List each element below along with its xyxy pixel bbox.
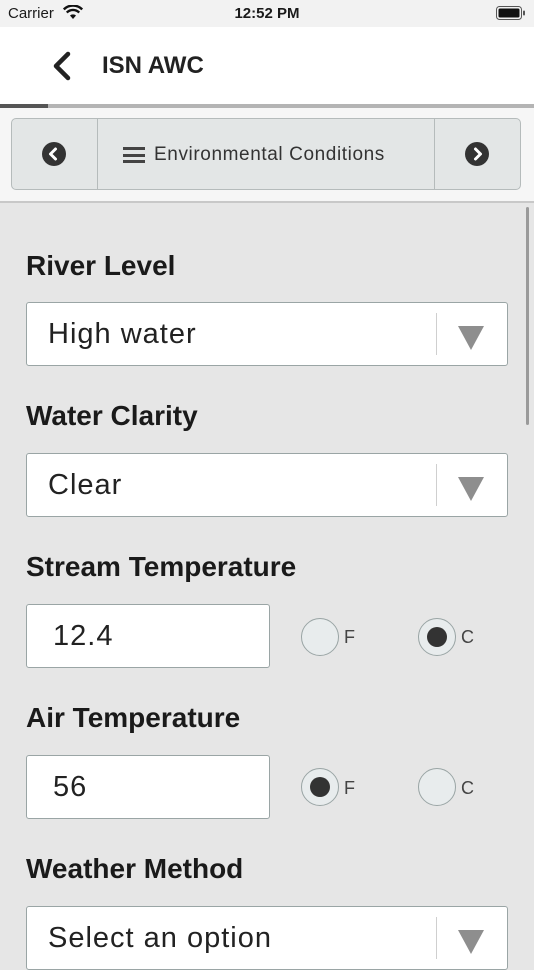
stream-temp-f-label: F (344, 627, 355, 647)
river-level-select[interactable]: High water (26, 302, 508, 366)
air-temp-f-label: F (344, 778, 355, 798)
stream-temperature-input[interactable]: 12.4 (26, 604, 270, 668)
stream-temp-f-radio[interactable] (301, 618, 339, 656)
back-chevron-icon[interactable] (50, 51, 74, 81)
section-title: Environmental Conditions (154, 144, 385, 165)
page-title: ISN AWC (102, 52, 204, 79)
scrollbar[interactable] (526, 207, 529, 425)
water-clarity-value: Clear (48, 469, 123, 501)
air-temp-f-radio[interactable] (301, 768, 339, 806)
section-navigator: Environmental Conditions (11, 118, 521, 190)
chevron-right-circle-icon (465, 142, 489, 166)
river-level-label: River Level (26, 250, 176, 281)
stream-temp-c-radio[interactable] (418, 618, 456, 656)
air-temp-c-radio[interactable] (418, 768, 456, 806)
river-level-value: High water (48, 318, 197, 350)
dropdown-arrow-icon (458, 477, 484, 501)
stream-temperature-label: Stream Temperature (26, 551, 297, 582)
status-bar: Carrier 12:52 PM (0, 0, 534, 27)
section-menu-button[interactable]: Environmental Conditions (97, 119, 435, 189)
water-clarity-label: Water Clarity (26, 400, 198, 431)
select-divider (436, 917, 437, 959)
air-temperature-value: 56 (53, 771, 88, 803)
select-divider (436, 464, 437, 506)
dropdown-arrow-icon (458, 326, 484, 350)
air-temperature-input[interactable]: 56 (26, 755, 270, 819)
water-clarity-select[interactable]: Clear (26, 453, 508, 517)
select-divider (436, 313, 437, 355)
chevron-left-circle-icon (42, 142, 66, 166)
previous-section-button[interactable] (12, 119, 98, 189)
stream-temp-c-label: C (461, 627, 474, 647)
battery-icon (496, 6, 525, 20)
weather-method-label: Weather Method (26, 853, 244, 884)
air-temperature-label: Air Temperature (26, 702, 241, 733)
next-section-button[interactable] (434, 119, 520, 189)
status-time: 12:52 PM (234, 5, 300, 22)
hamburger-icon (123, 147, 145, 163)
weather-method-select[interactable]: Select an option (26, 906, 508, 970)
section-nav-area: Environmental Conditions (0, 108, 534, 203)
dropdown-arrow-icon (458, 930, 484, 954)
weather-method-value: Select an option (48, 922, 272, 954)
air-temp-c-label: C (461, 778, 474, 798)
stream-temperature-value: 12.4 (53, 620, 114, 652)
navigation-bar: ISN AWC (0, 27, 534, 104)
